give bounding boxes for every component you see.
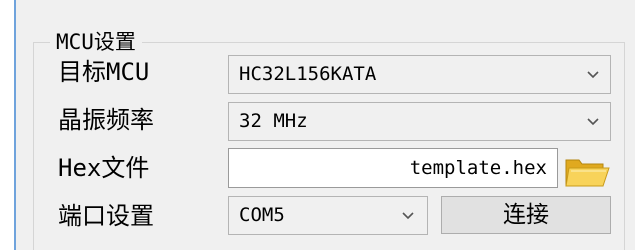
target-mcu-label: 目标MCU	[58, 58, 150, 86]
left-accent-line	[14, 0, 16, 250]
chevron-down-icon	[587, 118, 599, 126]
crystal-frequency-value: 32 MHz	[239, 110, 308, 132]
port-settings-label: 端口设置	[58, 202, 154, 230]
chevron-down-icon	[587, 71, 599, 79]
target-mcu-value: HC32L156KATA	[239, 63, 377, 85]
hex-file-label: Hex文件	[58, 154, 150, 182]
folder-open-icon[interactable]	[563, 152, 611, 192]
hex-file-field[interactable]: template.hex	[228, 148, 558, 188]
crystal-frequency-label: 晶振频率	[58, 106, 154, 134]
chevron-down-icon	[402, 212, 414, 220]
mcu-settings-panel: MCU设置 目标MCU HC32L156KATA 晶振频率 32 MHz Hex…	[0, 0, 635, 250]
left-sidebar-strip	[0, 0, 14, 250]
port-value: COM5	[239, 204, 285, 226]
crystal-frequency-select[interactable]: 32 MHz	[228, 102, 611, 141]
connect-button[interactable]: 连接	[441, 196, 611, 234]
target-mcu-select[interactable]: HC32L156KATA	[228, 55, 611, 94]
port-select[interactable]: COM5	[228, 196, 428, 235]
